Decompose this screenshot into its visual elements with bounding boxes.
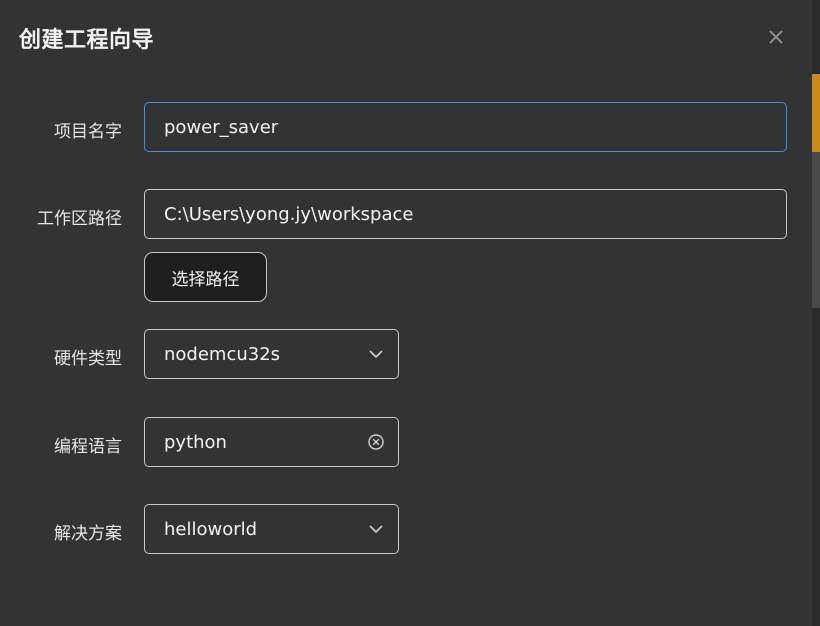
solution-label: 解决方案 xyxy=(54,524,122,544)
workspace-path-label: 工作区路径 xyxy=(37,209,122,229)
project-name-input[interactable]: power_saver xyxy=(144,102,787,152)
close-icon[interactable] xyxy=(764,26,788,48)
project-name-label: 项目名字 xyxy=(54,122,122,142)
workspace-path-value: C:\Users\yong.jy\workspace xyxy=(164,203,414,225)
workspace-path-input[interactable]: C:\Users\yong.jy\workspace xyxy=(144,189,787,239)
hardware-type-label: 硬件类型 xyxy=(54,349,122,369)
language-label: 编程语言 xyxy=(54,437,122,457)
background-accent xyxy=(812,74,820,152)
language-value: python xyxy=(164,431,227,453)
scrollbar-thumb[interactable] xyxy=(812,152,820,308)
solution-select[interactable]: helloworld xyxy=(144,504,399,554)
solution-value: helloworld xyxy=(164,518,258,540)
clear-circle-icon[interactable] xyxy=(354,418,398,466)
background-window-strip xyxy=(812,0,820,626)
hardware-type-value: nodemcu32s xyxy=(164,343,281,365)
create-project-dialog: 创建工程向导 项目名字 power_saver 工作区路径 C:\Users\y… xyxy=(0,0,812,626)
dialog-title: 创建工程向导 xyxy=(19,28,155,53)
select-path-button[interactable]: 选择路径 xyxy=(144,252,267,302)
hardware-type-select[interactable]: nodemcu32s xyxy=(144,329,399,379)
chevron-down-icon[interactable] xyxy=(354,330,398,378)
chevron-down-icon[interactable] xyxy=(354,505,398,553)
project-name-value: power_saver xyxy=(164,116,279,138)
language-select[interactable]: python xyxy=(144,417,399,467)
